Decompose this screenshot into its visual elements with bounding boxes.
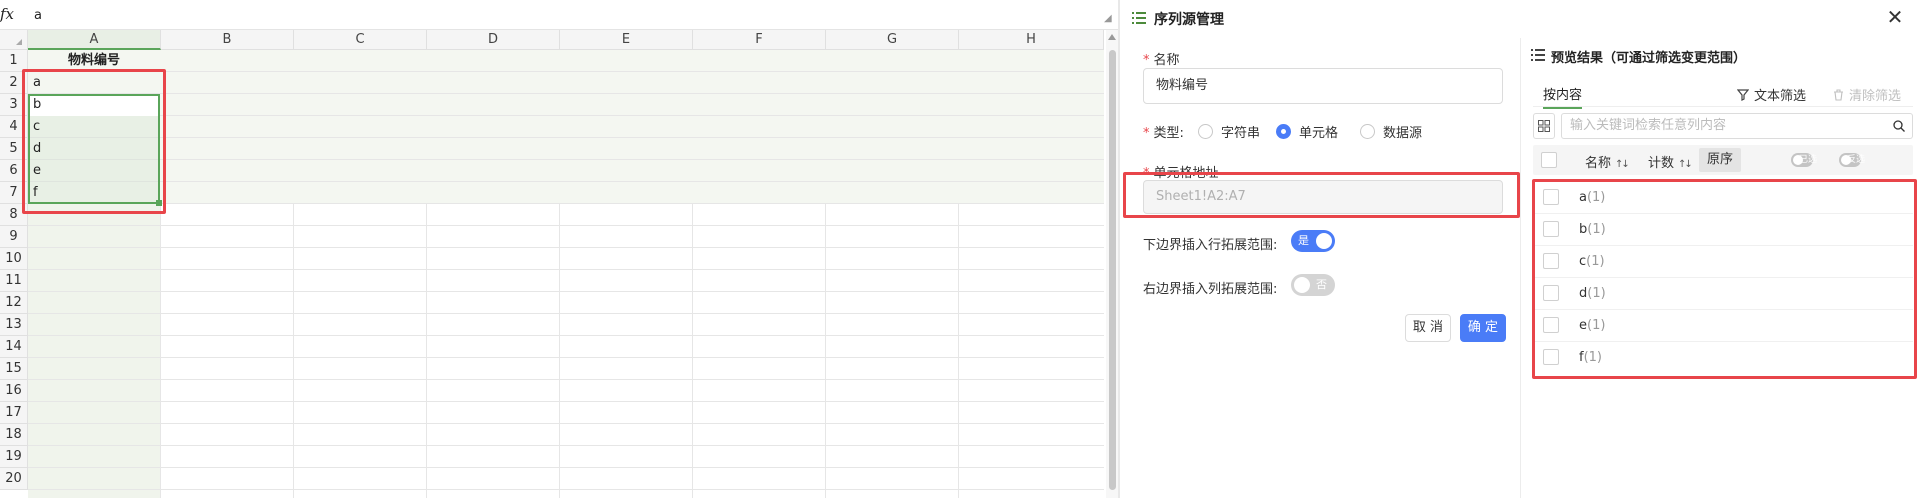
highlight-box-cells xyxy=(22,69,166,214)
sheet-row xyxy=(28,336,1104,358)
close-icon[interactable]: ✕ xyxy=(1884,6,1906,28)
select-all-checkbox[interactable] xyxy=(1541,152,1557,168)
row-header-14[interactable]: 14 xyxy=(0,336,28,358)
app-root: fx a ◢ A B C D E F G H 1 2 3 4 5 6 7 8 9… xyxy=(0,0,1920,498)
dialog-header: 序列源管理 ✕ xyxy=(1120,0,1920,38)
sheet-row xyxy=(28,116,1104,138)
row-header-13[interactable]: 13 xyxy=(0,314,28,336)
formula-input[interactable]: a xyxy=(34,8,42,23)
sheet-row xyxy=(28,468,1104,490)
row-header-9[interactable]: 9 xyxy=(0,226,28,248)
column-header-g[interactable]: G xyxy=(826,30,959,50)
column-header-c[interactable]: C xyxy=(294,30,427,50)
clear-filter-button[interactable]: 清除筛选 xyxy=(1833,85,1901,104)
sheet-row xyxy=(28,380,1104,402)
right-expand-toggle[interactable]: 否 xyxy=(1291,274,1335,296)
preview-title: 预览结果（可通过筛选变更范围） xyxy=(1551,51,1747,66)
row-header-16[interactable]: 16 xyxy=(0,380,28,402)
scroll-up-icon[interactable] xyxy=(1108,34,1116,40)
tab-divider xyxy=(1533,106,1913,107)
text-filter-button[interactable]: 文本筛选 xyxy=(1737,85,1806,104)
column-header-a[interactable]: A xyxy=(28,30,161,50)
search-icon[interactable] xyxy=(1893,120,1905,132)
sheet-row xyxy=(28,446,1104,468)
sheet-row xyxy=(28,160,1104,182)
dialog-title: 序列源管理 xyxy=(1154,12,1224,28)
bottom-expand-toggle[interactable]: 是 xyxy=(1291,230,1335,252)
column-header-d[interactable]: D xyxy=(427,30,560,50)
row-header-10[interactable]: 10 xyxy=(0,248,28,270)
original-order-button[interactable]: 原序 xyxy=(1699,148,1741,172)
resize-grip-icon[interactable]: ◢ xyxy=(1104,14,1114,24)
sheet-row xyxy=(28,292,1104,314)
row-header-15[interactable]: 15 xyxy=(0,358,28,380)
type-label: * 类型: xyxy=(1143,126,1184,141)
sheet-row xyxy=(28,138,1104,160)
sheet-row xyxy=(28,50,1104,72)
grid-icon xyxy=(1538,120,1550,132)
sheet-row xyxy=(28,402,1104,424)
sort-icon: ↑↓ xyxy=(1615,159,1630,170)
column-header-f[interactable]: F xyxy=(693,30,826,50)
sheet-row xyxy=(28,72,1104,94)
confirm-button[interactable]: 确 定 xyxy=(1460,314,1506,342)
sheet-row xyxy=(28,226,1104,248)
sheet-row xyxy=(28,204,1104,226)
bottom-expand-label: 下边界插入行拓展范围: xyxy=(1143,238,1278,253)
right-expand-label: 右边界插入列拓展范围: xyxy=(1143,282,1278,297)
column-header-h[interactable]: H xyxy=(959,30,1104,50)
select-all-corner[interactable] xyxy=(0,30,28,50)
filter-icon xyxy=(1737,88,1749,101)
formula-bar: fx a ◢ xyxy=(0,0,1118,30)
sheet-row xyxy=(28,94,1104,116)
sort-by-name[interactable]: 名称 ↑↓ xyxy=(1585,152,1630,171)
row-header-20[interactable]: 20 xyxy=(0,468,28,490)
scrollbar-thumb[interactable] xyxy=(1109,50,1116,490)
vertical-scrollbar[interactable] xyxy=(1106,30,1118,498)
row-header-19[interactable]: 19 xyxy=(0,446,28,468)
sort-icon: ↑↓ xyxy=(1678,159,1693,170)
highlight-box-address xyxy=(1123,172,1520,218)
column-select-button[interactable] xyxy=(1533,113,1555,139)
name-input[interactable]: 物料编号 xyxy=(1143,68,1503,104)
sheet-row xyxy=(28,424,1104,446)
list-icon xyxy=(1531,49,1545,61)
column-header-e[interactable]: E xyxy=(560,30,693,50)
radio-cell[interactable]: 单元格 xyxy=(1276,122,1338,141)
search-input[interactable]: 输入关键词检索任意列内容 xyxy=(1561,113,1913,139)
row-header-11[interactable]: 11 xyxy=(0,270,28,292)
column-header-b[interactable]: B xyxy=(161,30,294,50)
sheet-row xyxy=(28,248,1104,270)
search-row: 输入关键词检索任意列内容 xyxy=(1533,113,1913,139)
row-header-18[interactable]: 18 xyxy=(0,424,28,446)
trash-icon xyxy=(1834,88,1843,101)
sequence-source-dialog: 序列源管理 ✕ * 名称 物料编号 * 类型: 字符串 单元格 数据源 * 单元格地址… xyxy=(1120,0,1920,498)
highlight-box-preview xyxy=(1532,179,1917,379)
radio-datasource[interactable]: 数据源 xyxy=(1360,122,1422,141)
sort-by-count[interactable]: 计数 ↑↓ xyxy=(1648,152,1693,171)
preview-pane: 预览结果（可通过筛选变更范围） 按内容 文本筛选 清除筛选 输入关键词检索任意列… xyxy=(1520,38,1920,498)
cancel-button[interactable]: 取 消 xyxy=(1405,314,1451,342)
spreadsheet: fx a ◢ A B C D E F G H 1 2 3 4 5 6 7 8 9… xyxy=(0,0,1118,498)
list-icon xyxy=(1132,11,1146,25)
list-header: 名称 ↑↓ 计数 ↑↓ 原序 已选 反选 xyxy=(1533,145,1913,175)
sheet-row xyxy=(28,358,1104,380)
sheet-row xyxy=(28,270,1104,292)
row-header-17[interactable]: 17 xyxy=(0,402,28,424)
radio-string[interactable]: 字符串 xyxy=(1198,122,1260,141)
fx-icon: fx xyxy=(0,5,15,23)
invert-toggle[interactable]: 反选 xyxy=(1839,153,1865,167)
settings-pane: * 名称 物料编号 * 类型: 字符串 单元格 数据源 * 单元格地址 Sheet1!… xyxy=(1120,38,1520,498)
sheet-row xyxy=(28,314,1104,336)
selected-toggle[interactable]: 已选 xyxy=(1791,153,1817,167)
sheet-row xyxy=(28,182,1104,204)
row-header-12[interactable]: 12 xyxy=(0,292,28,314)
name-label: * 名称 xyxy=(1143,53,1180,68)
